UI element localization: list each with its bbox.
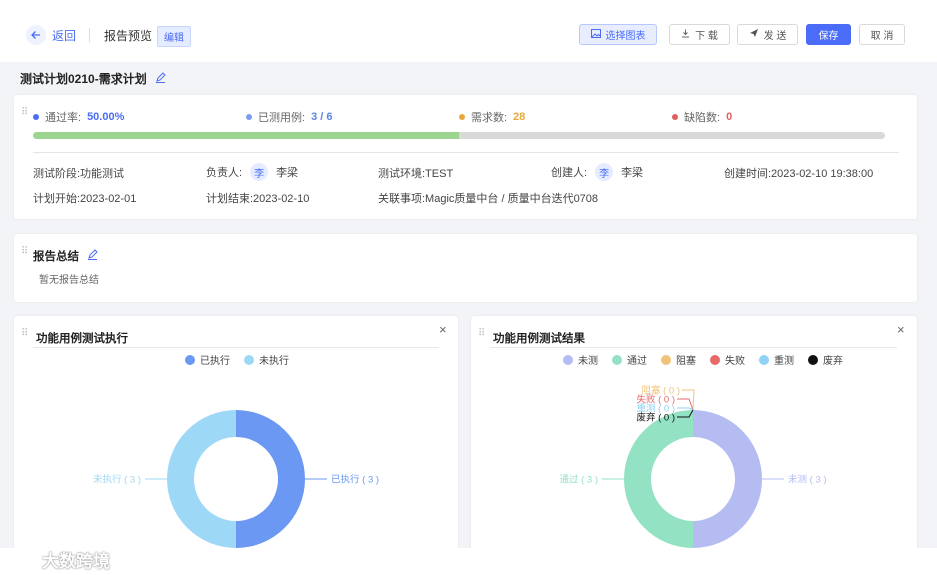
bottom-area	[0, 548, 937, 575]
save-button[interactable]: 保存	[806, 24, 851, 45]
info-env: 测试环境:TEST	[378, 168, 454, 180]
summary-title-text: 报告总结	[33, 251, 79, 263]
tested-value: 3 / 6	[311, 111, 333, 123]
info-related: 关联事项:Magic质量中台 / 质量中台迭代0708	[378, 193, 599, 205]
image-icon	[590, 28, 601, 41]
info-creator: 创建人: 李 李梁	[551, 163, 643, 181]
creator-label: 创建人:	[551, 167, 588, 179]
download-icon	[681, 29, 690, 41]
avatar: 李	[250, 163, 269, 181]
tested-dot	[246, 114, 252, 120]
stat-requirements: 需求数: 28	[459, 109, 525, 125]
pass-progress-fill	[33, 132, 459, 139]
stat-defects: 缺陷数: 0	[672, 109, 732, 125]
req-dot	[459, 114, 465, 120]
send-icon	[749, 28, 759, 41]
avatar: 李	[595, 163, 614, 181]
slice-label: 废弃 ( 0 )	[636, 412, 675, 424]
edit-tag[interactable]: 编辑	[157, 26, 191, 47]
req-value: 28	[513, 111, 526, 123]
select-chart-label: 选择图表	[605, 31, 646, 42]
info-plan-start: 计划开始:2023-02-01	[33, 193, 137, 205]
info-created-time: 创建时间:2023-02-10 19:38:00	[724, 168, 874, 180]
summary-empty-text: 暂无报告总结	[39, 275, 99, 286]
drag-handle-icon[interactable]: ⠿	[21, 108, 29, 118]
owner-label: 负责人:	[206, 167, 243, 179]
back-label: 返回	[52, 28, 77, 43]
label-line	[677, 407, 694, 411]
slice-label: 已执行 ( 3 )	[331, 474, 379, 486]
summary-card: ⠿ 报告总结 暂无报告总结	[14, 234, 917, 302]
divider	[33, 152, 899, 153]
pass-rate-value: 50.00%	[87, 111, 125, 123]
top-bar: 返回 报告预览 编辑 选择图表 下 载 发 送 保存 取 消	[0, 0, 937, 62]
page-title: 报告预览	[104, 29, 153, 43]
result-chart-card: ⠿ 功能用例测试结果 × 未测 通过 阻塞 失败 重测 废弃 未测 ( 3 ) 通过 ( 3…	[471, 316, 917, 556]
pass-progress-bar	[33, 132, 885, 139]
tested-label: 已测用例:	[258, 112, 306, 124]
donut-slice[interactable]	[624, 410, 693, 548]
stat-tested: 已测用例: 3 / 6	[246, 109, 332, 125]
info-owner: 负责人: 李 李梁	[206, 163, 298, 181]
stats-card: ⠿ 通过率: 50.00% 已测用例: 3 / 6 需求数: 28 缺陷数: 0…	[14, 95, 917, 219]
pass-rate-dot	[33, 114, 39, 120]
slice-label: 未测 ( 3 )	[788, 474, 827, 486]
donut-slice[interactable]	[693, 410, 762, 548]
execution-chart-card: ⠿ 功能用例测试执行 × 已执行 未执行 已执行 ( 3 ) 未执行 ( 3 )	[14, 316, 458, 556]
slice-label: 未执行 ( 3 )	[93, 474, 141, 486]
watermark-text: 大数跨境	[42, 552, 110, 571]
divider	[89, 28, 90, 42]
req-label: 需求数:	[471, 112, 508, 124]
creator-name: 李梁	[621, 167, 644, 179]
plan-name-text: 测试计划0210-需求计划	[20, 72, 147, 86]
send-button[interactable]: 发 送	[737, 24, 798, 45]
back-button[interactable]: 返回	[26, 25, 76, 45]
execution-donut-chart: 已执行 ( 3 ) 未执行 ( 3 )	[93, 410, 379, 548]
drag-handle-icon[interactable]: ⠿	[21, 247, 29, 257]
logo-icon	[8, 549, 38, 570]
summary-title: 报告总结	[33, 248, 98, 264]
defect-label: 缺陷数:	[684, 112, 721, 124]
owner-name: 李梁	[276, 167, 299, 179]
stat-pass-rate: 通过率: 50.00%	[33, 109, 124, 125]
send-label: 发 送	[763, 31, 787, 42]
watermark-logo: 大数跨境	[8, 547, 110, 572]
pass-rate-label: 通过率:	[45, 112, 82, 124]
download-label: 下 载	[695, 31, 718, 42]
result-donut-chart: 未测 ( 3 )通过 ( 3 )阻塞 ( 0 )失败 ( 0 )重测 ( 0 )…	[559, 385, 827, 548]
edit-icon[interactable]	[155, 71, 166, 86]
arrow-left-icon	[26, 25, 46, 45]
donut-slice[interactable]	[236, 410, 305, 548]
select-chart-button[interactable]: 选择图表	[579, 24, 657, 45]
edit-icon[interactable]	[87, 249, 98, 263]
download-button[interactable]: 下 载	[669, 24, 730, 45]
slice-label: 通过 ( 3 )	[559, 474, 598, 486]
plan-name: 测试计划0210-需求计划	[20, 70, 166, 87]
donut-slice[interactable]	[167, 410, 236, 548]
info-plan-end: 计划结束:2023-02-10	[206, 193, 310, 205]
cancel-button[interactable]: 取 消	[859, 24, 905, 45]
defect-dot	[672, 114, 678, 120]
defect-value: 0	[726, 111, 733, 123]
info-stage: 测试阶段:功能测试	[33, 168, 125, 180]
